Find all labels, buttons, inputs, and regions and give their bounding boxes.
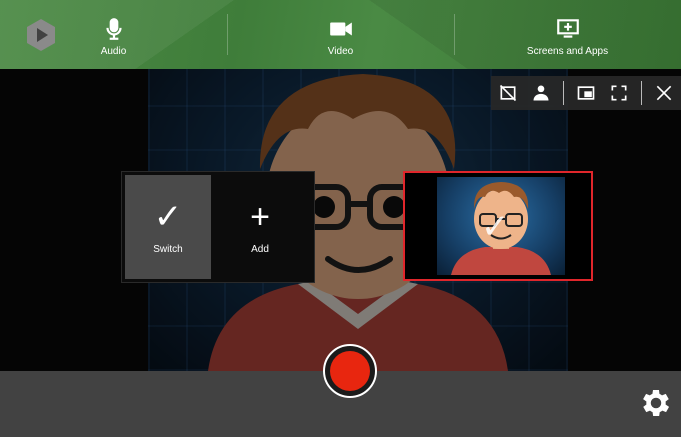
fullscreen-button[interactable]: [608, 82, 630, 104]
preview-controls: [491, 76, 681, 110]
video-label: Video: [327, 46, 354, 57]
microphone-icon: [105, 18, 122, 40]
screen-add-icon: [556, 19, 579, 38]
divider: [562, 81, 564, 105]
picture-in-picture-icon: [577, 86, 595, 100]
gear-icon[interactable]: [638, 385, 674, 421]
picture-in-picture-button[interactable]: [575, 82, 597, 104]
record-button[interactable]: [323, 344, 377, 398]
person-icon: [533, 85, 549, 101]
checkmark-icon: ✓: [153, 197, 183, 236]
record-icon: [330, 351, 370, 391]
camera-off-button[interactable]: [497, 82, 519, 104]
add-label: Add: [251, 243, 269, 255]
source-bar: Audio Video Screens and Apps: [0, 0, 681, 69]
divider: [641, 81, 643, 105]
screens-and-apps-button[interactable]: Screens and Apps: [454, 0, 681, 69]
fullscreen-icon: [611, 85, 627, 101]
switch-button[interactable]: ✓ Switch: [125, 175, 211, 279]
plus-icon: +: [250, 197, 270, 236]
close-button[interactable]: [653, 82, 675, 104]
screens-and-apps-label: Screens and Apps: [526, 46, 609, 57]
audio-label: Audio: [100, 46, 127, 57]
add-button[interactable]: + Add: [217, 175, 303, 279]
camera-off-icon: [499, 84, 516, 102]
camera-thumbnail[interactable]: ✓: [403, 171, 593, 281]
person-button[interactable]: [530, 82, 552, 104]
camera-action-popup: ✓ Switch + Add: [121, 171, 315, 283]
selected-check-icon: ✓: [481, 208, 510, 246]
close-icon: [657, 85, 672, 101]
app-logo-icon[interactable]: [24, 18, 58, 52]
video-camera-icon: [329, 22, 352, 36]
thumbnail-image: ✓: [437, 177, 565, 275]
switch-label: Switch: [153, 243, 183, 255]
video-source-button[interactable]: Video: [227, 0, 454, 69]
